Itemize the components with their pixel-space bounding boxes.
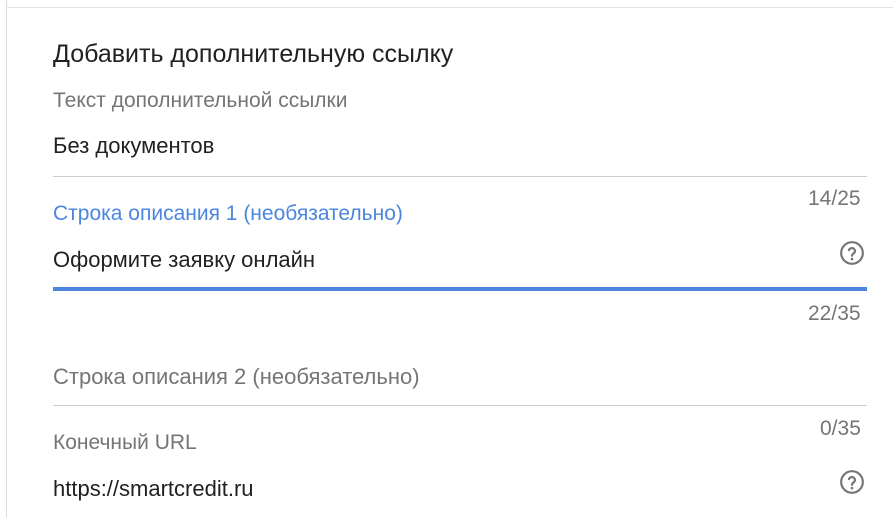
description-1-counter: 22/35	[808, 302, 861, 325]
description-1-input[interactable]: Оформите заявку онлайн	[53, 247, 315, 273]
panel-top-border	[6, 7, 893, 8]
description-1-underline	[53, 287, 867, 291]
final-url-label: Конечный URL	[53, 431, 197, 454]
description-2-underline	[53, 405, 867, 406]
question-circle-icon[interactable]	[839, 469, 865, 495]
sitelink-form-panel: Добавить дополнительную ссылку Текст доп…	[0, 0, 893, 518]
link-text-counter: 14/25	[808, 187, 861, 210]
question-circle-icon[interactable]	[839, 240, 865, 266]
link-text-underline	[53, 176, 867, 177]
link-text-label: Текст дополнительной ссылки	[53, 89, 348, 112]
link-text-input[interactable]: Без документов	[53, 133, 214, 159]
final-url-input[interactable]: https://smartcredit.ru	[53, 476, 254, 502]
description-2-placeholder[interactable]: Строка описания 2 (необязательно)	[53, 364, 420, 390]
form-title: Добавить дополнительную ссылку	[53, 40, 454, 68]
panel-left-border	[6, 0, 7, 518]
description-2-counter: 0/35	[820, 417, 861, 440]
description-1-label: Строка описания 1 (необязательно)	[53, 202, 403, 225]
